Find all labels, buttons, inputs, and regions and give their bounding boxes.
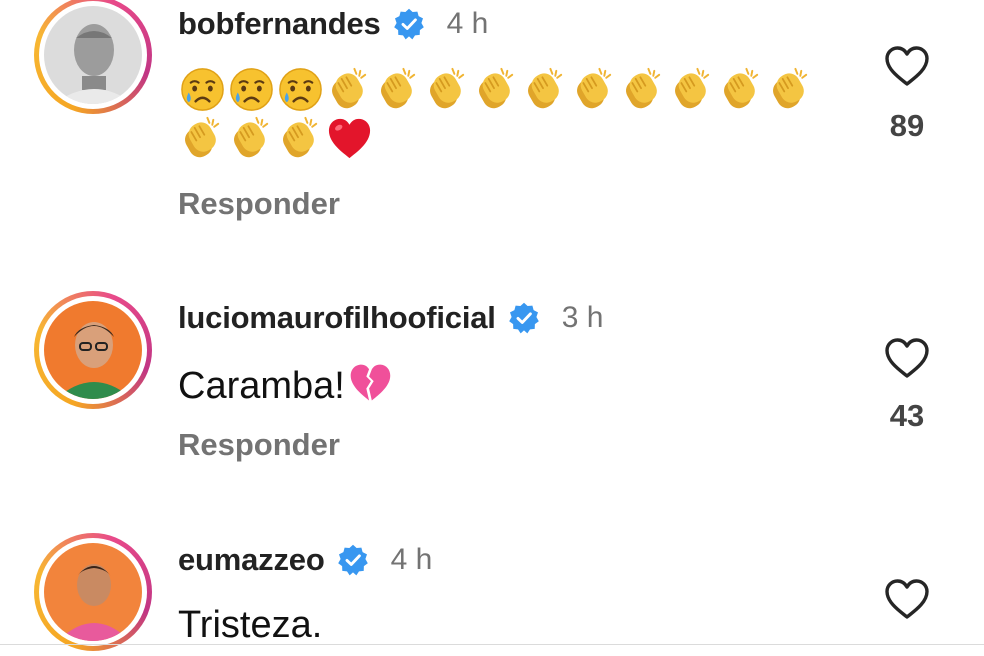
username[interactable]: luciomaurofilhooficial <box>178 300 496 336</box>
clapping-hands-icon <box>227 114 276 163</box>
comment-item: luciomaurofilhooficial 3 h Caramba! Resp… <box>0 288 984 488</box>
story-ring[interactable] <box>34 533 152 651</box>
like-count: 43 <box>889 398 925 433</box>
clapping-hands-icon <box>668 65 717 114</box>
username[interactable]: eumazzeo <box>178 542 325 578</box>
red-heart-icon <box>325 114 374 163</box>
heart-outline-icon[interactable] <box>883 577 931 621</box>
verified-badge-icon <box>508 302 540 334</box>
heart-outline-icon[interactable] <box>883 44 931 88</box>
clapping-hands-icon <box>521 65 570 114</box>
clapping-hands-icon <box>276 114 325 163</box>
avatar[interactable] <box>44 543 142 641</box>
comment-item: eumazzeo 4 h Tristeza. <box>0 530 984 656</box>
reply-button[interactable]: Responder <box>178 427 340 463</box>
crying-face-icon <box>178 65 227 114</box>
clapping-hands-icon <box>178 114 227 163</box>
comment-emoji-line-2 <box>178 114 374 163</box>
clapping-hands-icon <box>374 65 423 114</box>
comment-text: Tristeza. <box>178 604 323 646</box>
comment-text: Caramba! <box>178 365 345 407</box>
divider <box>0 644 984 645</box>
crying-face-icon <box>276 65 325 114</box>
verified-badge-icon <box>393 8 425 40</box>
clapping-hands-icon <box>766 65 815 114</box>
timestamp: 3 h <box>561 301 604 334</box>
timestamp: 4 h <box>390 543 433 576</box>
clapping-hands-icon <box>423 65 472 114</box>
clapping-hands-icon <box>619 65 668 114</box>
timestamp: 4 h <box>446 7 489 40</box>
verified-badge-icon <box>337 544 369 576</box>
clapping-hands-icon <box>472 65 521 114</box>
avatar[interactable] <box>44 301 142 399</box>
comment-item: bobfernandes 4 h Responder 89 <box>0 0 984 260</box>
story-ring[interactable] <box>34 0 152 114</box>
crying-face-icon <box>227 65 276 114</box>
story-ring[interactable] <box>34 291 152 409</box>
reply-button[interactable]: Responder <box>178 186 340 222</box>
comment-emoji-line-1 <box>178 65 815 114</box>
username[interactable]: bobfernandes <box>178 6 381 42</box>
clapping-hands-icon <box>717 65 766 114</box>
heart-outline-icon[interactable] <box>883 336 931 380</box>
avatar[interactable] <box>44 6 142 104</box>
clapping-hands-icon <box>570 65 619 114</box>
broken-heart-icon <box>347 360 393 406</box>
comment-text-line: Caramba! <box>178 360 393 408</box>
clapping-hands-icon <box>325 65 374 114</box>
like-count: 89 <box>889 108 925 143</box>
